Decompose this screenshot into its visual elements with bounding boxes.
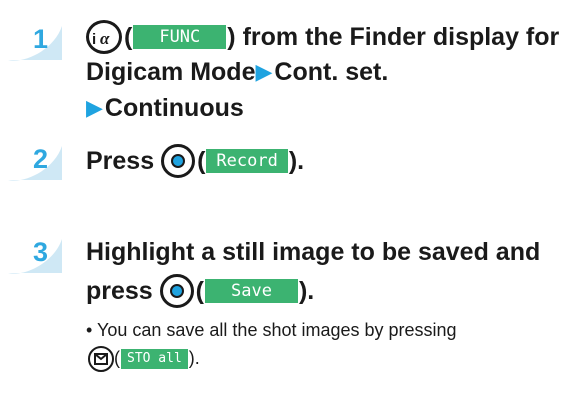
paren-open: ( [124, 23, 133, 51]
note-bullet: • [86, 320, 93, 340]
step-2-line-1: Press ( Record ) . [86, 144, 304, 178]
menu-digicam-mode: Digicam Mode [86, 58, 256, 86]
step-3-line-1: Highlight a still image to be saved and [86, 237, 540, 267]
step-number-badge: 3 [4, 233, 64, 277]
note-period: . [194, 348, 200, 368]
sto-all-softkey: STO all [121, 349, 188, 370]
paren-close: ) [298, 277, 308, 305]
step-1-line-3: ▶ Continuous [86, 93, 244, 123]
menu-continuous: Continuous [104, 94, 244, 122]
svg-text:i: i [92, 31, 96, 48]
step-3-instruction: Highlight a still image to be saved and [86, 238, 541, 266]
step-3-line-2: press ( Save ) . [86, 274, 314, 308]
arrow-right-icon: ▶ [86, 95, 103, 120]
mail-key-icon [88, 346, 114, 373]
svg-text:α: α [100, 29, 110, 48]
note-line-1: • You can save all the shot images by pr… [86, 316, 566, 344]
step-1-line-1: i α ( FUNC ) from the Finder display for [86, 20, 559, 54]
step-3-period: . [307, 277, 315, 305]
paren-close: ) [288, 147, 298, 175]
paren-open: ( [195, 277, 204, 305]
record-softkey: Record [206, 149, 288, 173]
arrow-right-icon: ▶ [255, 59, 273, 84]
step-number: 2 [33, 144, 49, 174]
step-number: 1 [33, 24, 49, 54]
step-2-instruction: Press [86, 147, 155, 175]
paren-close: ) [227, 23, 243, 51]
step-number-badge: 2 [4, 140, 64, 184]
step-number-badge: 1 [4, 20, 64, 64]
func-softkey: FUNC [133, 25, 227, 49]
step-number: 3 [33, 237, 49, 267]
paren-open: ( [114, 348, 120, 368]
save-softkey: Save [205, 279, 298, 303]
menu-cont-set: Cont. set. [274, 58, 389, 86]
step-1-instruction: from the Finder display for [242, 23, 560, 51]
step-1-line-2: Digicam Mode ▶ Cont. set. [86, 57, 388, 87]
step-2-period: . [297, 147, 305, 175]
paren-open: ( [197, 147, 206, 175]
i-alpha-key-icon: i α [86, 20, 122, 54]
note-line-2: (STO all). [86, 344, 566, 373]
center-select-key-icon [159, 274, 194, 308]
note: • You can save all the shot images by pr… [86, 316, 566, 373]
note-text: You can save all the shot images by pres… [97, 320, 457, 340]
center-select-key-icon [161, 144, 196, 178]
step-3-press: press [86, 277, 153, 305]
